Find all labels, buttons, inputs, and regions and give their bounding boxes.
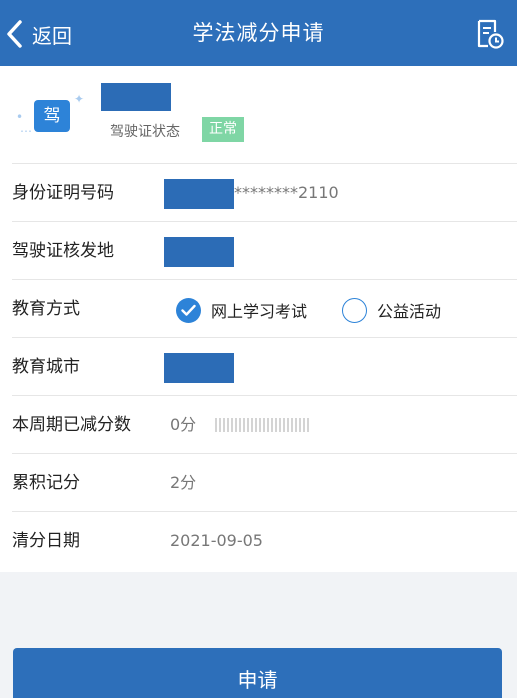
document-clock-icon[interactable]	[473, 18, 505, 50]
name-redacted	[101, 83, 171, 111]
radio-checked-icon	[176, 297, 201, 323]
clear-date-label: 清分日期	[12, 531, 80, 551]
education-method-label: 教育方式	[12, 299, 80, 319]
row-education-city: 教育城市	[12, 337, 517, 395]
row-accumulated: 累积记分 2分	[12, 453, 517, 511]
id-number-label: 身份证明号码	[12, 183, 114, 203]
apply-button[interactable]: 申请	[13, 648, 502, 698]
radio-unchecked-icon	[342, 297, 367, 323]
row-period-reduced: 本周期已减分数 0分	[12, 395, 517, 453]
period-reduced-label: 本周期已减分数	[12, 415, 131, 435]
driver-license-icon: • ✦ ⋯ 驾	[16, 92, 85, 138]
period-reduced-value: 0分	[170, 415, 197, 434]
id-number-value: ********2110	[234, 183, 339, 202]
page-title: 学法减分申请	[192, 21, 325, 45]
reduction-progress-bar	[215, 418, 310, 432]
education-city-label: 教育城市	[12, 357, 80, 377]
nav-bar: 返回 学法减分申请	[0, 0, 517, 66]
radio-public-welfare[interactable]: 公益活动	[342, 296, 441, 324]
row-clear-date: 清分日期 2021-09-05	[12, 511, 517, 569]
issuing-place-redacted	[164, 237, 234, 267]
row-education-method: 教育方式 网上学习考试 公益活动	[12, 279, 517, 337]
license-badge: 驾	[34, 100, 70, 132]
row-issuing-place: 驾驶证核发地	[12, 221, 517, 279]
accumulated-label: 累积记分	[12, 473, 80, 493]
radio-public-welfare-label: 公益活动	[377, 302, 442, 321]
radio-online-exam-label: 网上学习考试	[211, 302, 308, 321]
row-id-number: 身份证明号码 ********2110	[12, 163, 517, 221]
issuing-place-label: 驾驶证核发地	[12, 241, 114, 261]
radio-online-exam[interactable]: 网上学习考试	[176, 296, 307, 324]
education-city-redacted	[164, 353, 234, 383]
clear-date-value: 2021-09-05	[170, 531, 263, 550]
id-number-redacted	[164, 179, 234, 209]
license-header: • ✦ ⋯ 驾 驾驶证状态 正常	[0, 66, 517, 163]
accumulated-value: 2分	[170, 473, 197, 492]
license-card: • ✦ ⋯ 驾 驾驶证状态 正常 身份证明号码 ********2110 驾驶证…	[0, 66, 517, 572]
license-status-label: 驾驶证状态	[110, 124, 180, 140]
status-badge: 正常	[202, 117, 244, 142]
